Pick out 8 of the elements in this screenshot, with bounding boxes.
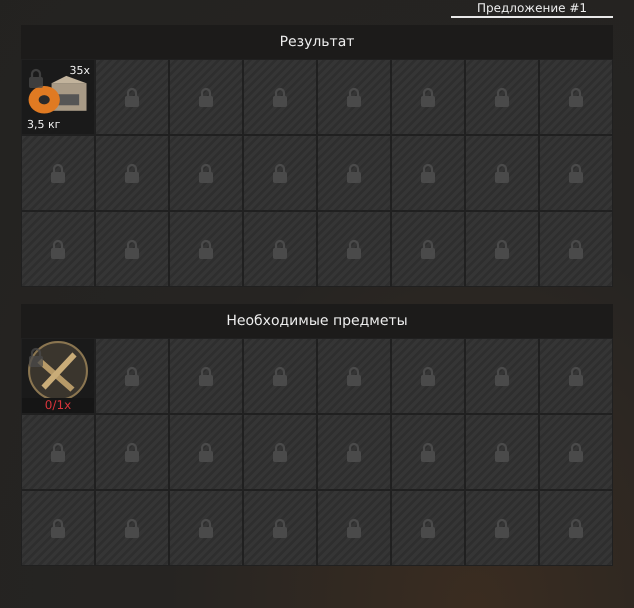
required-count: 0/1x [22, 398, 94, 413]
item-slot[interactable]: 35x 3,5 кг [21, 59, 95, 135]
section-header: Результат [21, 25, 613, 59]
item-slot[interactable]: 0/1x [21, 338, 95, 414]
proposal-tab[interactable]: Предложение #1 [451, 0, 613, 18]
section-header: Необходимые предметы [21, 304, 613, 338]
item-weight: 3,5 кг [27, 118, 60, 131]
item-count: 35x [69, 64, 90, 77]
